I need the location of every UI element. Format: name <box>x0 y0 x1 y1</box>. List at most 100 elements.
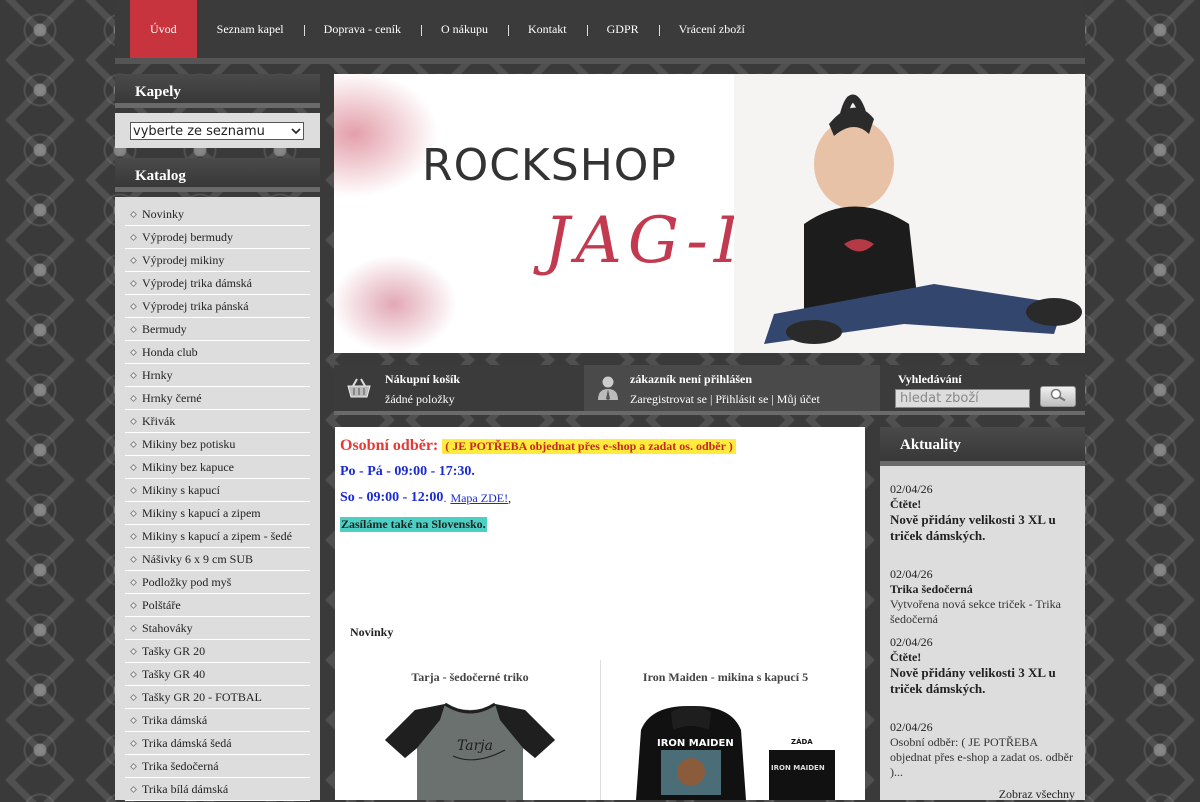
bullet-icon <box>129 601 138 609</box>
catalog-item[interactable]: Mikiny bez kapuce <box>125 456 310 479</box>
news-item[interactable]: 02/04/26 Čtěte! Nově přidány velikosti 3… <box>890 482 1080 544</box>
my-account-link[interactable]: Můj účet <box>777 392 820 406</box>
nav-item-vraceni-zbozi[interactable]: Vrácení zboží <box>658 0 765 58</box>
catalog-item[interactable]: Výprodej trika dámská <box>125 272 310 295</box>
catalog-item-label: Honda club <box>142 344 198 359</box>
band-select[interactable]: vyberte ze seznamu <box>130 122 304 140</box>
catalog-item-label: Výprodej bermudy <box>142 229 233 244</box>
product-card[interactable]: Tarja - šedočerné triko Tarja <box>345 660 595 800</box>
catalog-item-label: Mikiny s kapucí <box>142 482 220 497</box>
catalog-item[interactable]: Mikiny s kapucí a zipem <box>125 502 310 525</box>
hours-weekday-line: Po - Pá - 09:00 - 17:30. <box>340 463 860 481</box>
catalog-item-label: Mikiny bez kapuce <box>142 459 234 474</box>
bullet-icon <box>129 394 138 402</box>
bullet-icon <box>129 670 138 678</box>
catalog-item[interactable]: Stahováky <box>125 617 310 640</box>
catalog-item[interactable]: Tašky GR 20 <box>125 640 310 663</box>
product-title[interactable]: Tarja - šedočerné triko <box>345 670 595 685</box>
bullet-icon <box>129 762 138 770</box>
catalog-item-label: Novinky <box>142 206 184 221</box>
catalog-item-label: Výprodej mikiny <box>142 252 225 267</box>
nav-item-uvod[interactable]: Úvod <box>130 0 197 58</box>
nav-item-kontakt[interactable]: Kontakt <box>507 0 587 58</box>
catalog-item[interactable]: Hrnky černé <box>125 387 310 410</box>
catalog-item[interactable]: Mikiny s kapucí <box>125 479 310 502</box>
catalog-item[interactable]: Trika dámská <box>125 709 310 732</box>
catalog-item[interactable]: Výprodej bermudy <box>125 226 310 249</box>
news-date: 02/04/26 <box>890 720 933 734</box>
catalog-item[interactable]: Výprodej mikiny <box>125 249 310 272</box>
catalog-item[interactable]: Nášivky 6 x 9 cm SUB <box>125 548 310 571</box>
product-title[interactable]: Iron Maiden - mikina s kapucí 5 <box>601 670 850 685</box>
pickup-note: ( JE POTŘEBA objednat přes e-shop a zada… <box>442 438 736 454</box>
nav-item-o-nakupu[interactable]: O nákupu <box>420 0 508 58</box>
nav-items: Úvod Seznam kapel Doprava - ceník O náku… <box>130 0 765 58</box>
bullet-icon <box>129 578 138 586</box>
tshirt-print-text: Tarja <box>457 738 493 754</box>
nav-item-seznam-kapel[interactable]: Seznam kapel <box>197 0 304 58</box>
catalog-item[interactable]: Bermudy <box>125 318 310 341</box>
catalog-item[interactable]: Tašky GR 20 - FOTBAL <box>125 686 310 709</box>
news-heading: Aktuality <box>880 427 1085 466</box>
catalog-item[interactable]: Novinky <box>125 203 310 226</box>
product-image-tshirt[interactable]: Tarja <box>365 700 585 800</box>
news-headline[interactable]: Trika šedočerná <box>890 582 1080 597</box>
catalog-item[interactable]: Trika bílá dámská <box>125 778 310 801</box>
catalog-item-label: Nášivky 6 x 9 cm SUB <box>142 551 253 566</box>
catalog-item[interactable]: Tašky GR 40 <box>125 663 310 686</box>
band-select-value: vyberte ze seznamu <box>133 123 265 139</box>
catalog-item[interactable]: Křivák <box>125 410 310 433</box>
catalog-item-label: Mikiny bez potisku <box>142 436 236 451</box>
catalog-item[interactable]: Mikiny bez potisku <box>125 433 310 456</box>
product-image-hoodie[interactable]: IRON MAIDEN ZÁDA IRON MAIDEN <box>621 700 841 800</box>
map-link[interactable]: Mapa ZDE! <box>450 491 508 506</box>
news-item[interactable]: 02/04/26 Osobní odběr: ( JE POTŘEBA obje… <box>890 720 1080 780</box>
product-card[interactable]: Iron Maiden - mikina s kapucí 5 IRON MAI… <box>600 660 850 800</box>
catalog-item-label: Hrnky černé <box>142 390 202 405</box>
user-panel: zákazník není přihlášen Zaregistrovat se… <box>584 365 880 411</box>
catalog-item[interactable]: Podložky pod myš <box>125 571 310 594</box>
search-button[interactable] <box>1040 386 1076 407</box>
catalog-item[interactable]: Trika šedočerná <box>125 755 310 778</box>
catalog-list: Novinky Výprodej bermudy Výprodej mikiny Vý… <box>115 197 320 801</box>
catalog-item[interactable]: Mikiny s kapucí a zipem - šedé <box>125 525 310 548</box>
bullet-icon <box>129 279 138 287</box>
cart-panel[interactable]: Nákupní košík žádné položky <box>334 365 584 411</box>
bullet-icon <box>129 256 138 264</box>
news-headline[interactable]: Čtěte! <box>890 497 1080 512</box>
nav-item-gdpr[interactable]: GDPR <box>586 0 659 58</box>
bullet-icon <box>129 463 138 471</box>
news-item[interactable]: 02/04/26 Trika šedočerná Vytvořena nová … <box>890 567 1080 627</box>
news-headline[interactable]: Čtěte! <box>890 650 1080 665</box>
catalog-item[interactable]: Honda club <box>125 341 310 364</box>
catalog-item-label: Trika dámská šedá <box>142 735 232 750</box>
hoodie-back-print-text: IRON MAIDEN <box>771 764 825 772</box>
chevron-down-icon <box>291 124 301 139</box>
news-body: Nově přidány velikosti 3 XL u triček dám… <box>890 665 1056 696</box>
catalog-item-label: Výprodej trika dámská <box>142 275 252 290</box>
bullet-icon <box>129 486 138 494</box>
catalog-item[interactable]: Výprodej trika pánská <box>125 295 310 318</box>
news-date: 02/04/26 <box>890 635 933 649</box>
main-content: Osobní odběr: ( JE POTŘEBA objednat přes… <box>335 427 865 800</box>
catalog-item-label: Trika šedočerná <box>142 758 219 773</box>
logo-jagi: JAG-I <box>544 204 746 278</box>
news-date: 02/04/26 <box>890 482 933 496</box>
period: . <box>443 490 447 505</box>
news-body: Osobní odběr: ( JE POTŘEBA objednat přes… <box>890 735 1073 779</box>
hours-saturday-line: So - 09:00 - 12:00 . Mapa ZDE! , <box>340 489 860 507</box>
bullet-icon <box>129 440 138 448</box>
login-link[interactable]: Přihlásit se <box>715 392 768 406</box>
catalog-item[interactable]: Polštáře <box>125 594 310 617</box>
register-link[interactable]: Zaregistrovat se <box>630 392 707 406</box>
catalog-item[interactable]: Hrnky <box>125 364 310 387</box>
search-input[interactable]: hledat zboží <box>895 389 1030 408</box>
bullet-icon <box>129 302 138 310</box>
news-item[interactable]: 02/04/26 Čtěte! Nově přidány velikosti 3… <box>890 635 1080 697</box>
catalog-item[interactable]: Trika dámská šedá <box>125 732 310 755</box>
catalog-item-label: Mikiny s kapucí a zipem - šedé <box>142 528 292 543</box>
nav-item-doprava[interactable]: Doprava - ceník <box>303 0 421 58</box>
cart-status: žádné položky <box>385 392 455 406</box>
catalog-item-label: Tašky GR 20 <box>142 643 206 658</box>
catalog-item-label: Polštáře <box>142 597 181 612</box>
